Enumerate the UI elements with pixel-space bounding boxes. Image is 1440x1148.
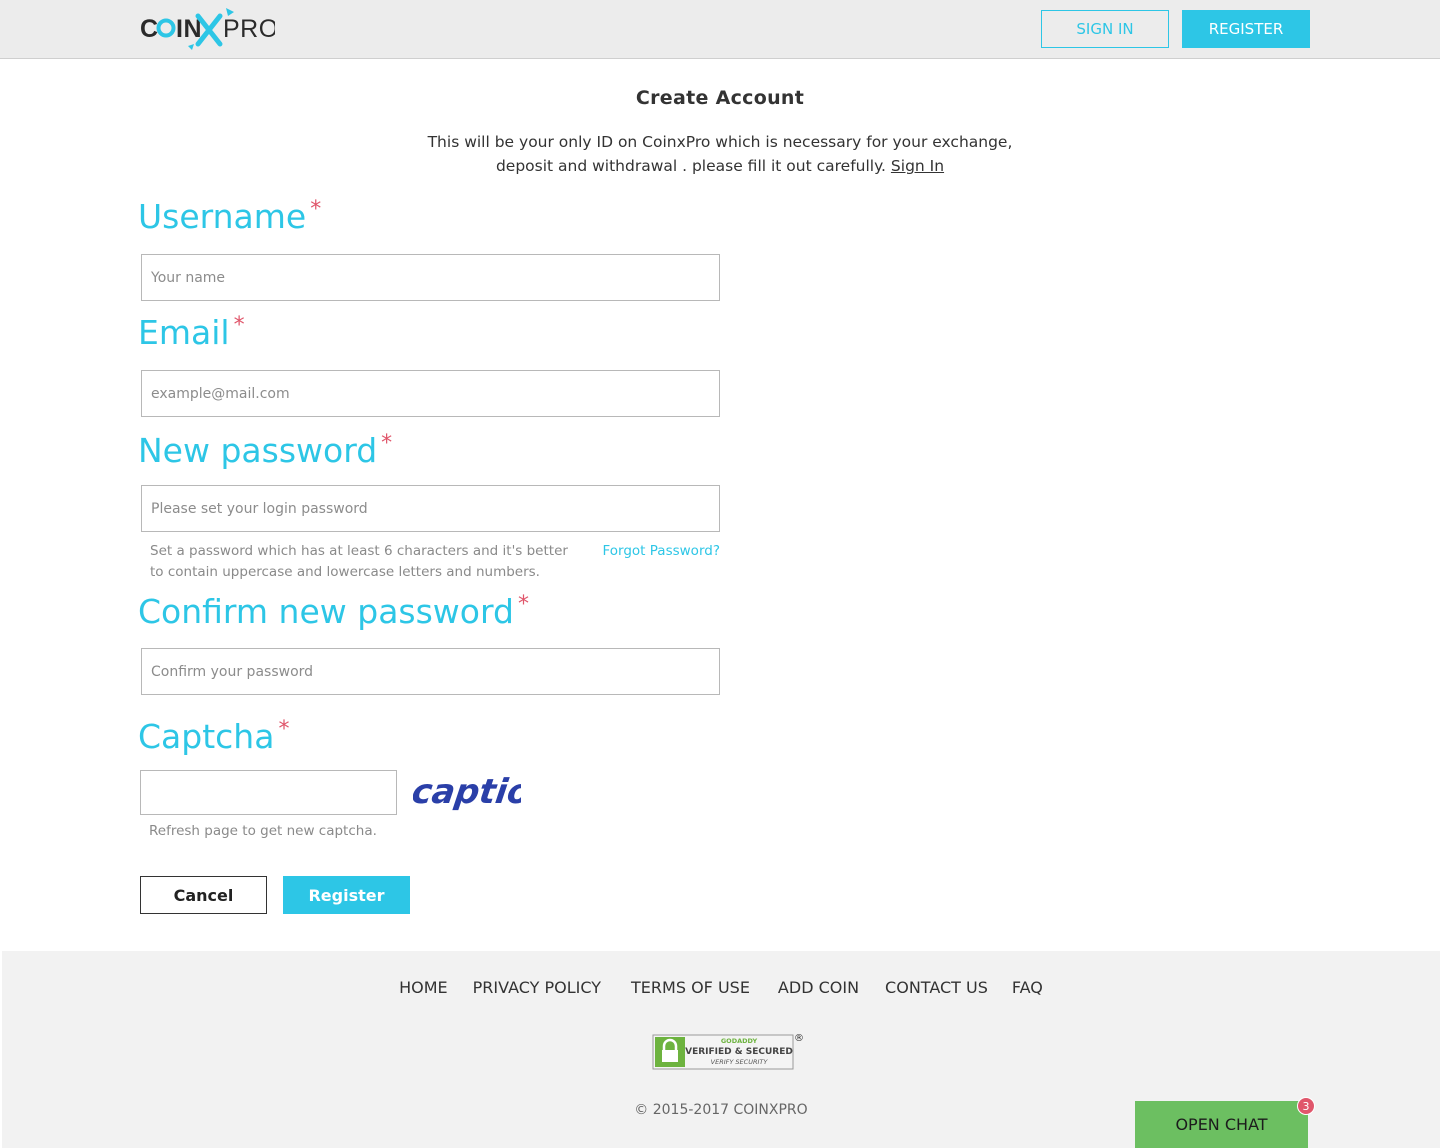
username-label: Username * — [138, 197, 321, 236]
register-button[interactable]: Register — [283, 876, 410, 914]
sign-in-button[interactable]: SIGN IN — [1041, 10, 1169, 48]
captcha-image: captio — [413, 772, 521, 812]
username-label-text: Username — [138, 197, 307, 236]
top-navbar: C IN PRO SIGN IN REGISTER — [0, 0, 1440, 59]
new-password-label: New password * — [138, 431, 392, 470]
badge-line-3: VERIFY SECURITY — [711, 1058, 769, 1066]
intro-text: This will be your only ID on CoinxPro wh… — [420, 130, 1020, 178]
open-chat-button[interactable]: OPEN CHAT — [1135, 1101, 1308, 1148]
password-hint: Set a password which has at least 6 char… — [150, 543, 568, 580]
logo-graphic: C IN PRO — [140, 8, 275, 50]
footer-link-contact-us[interactable]: CONTACT US — [885, 978, 988, 997]
forgot-password-link[interactable]: Forgot Password? — [560, 543, 721, 559]
footer-nav: HOME PRIVACY POLICY TERMS OF USE ADD COI… — [2, 978, 1440, 997]
footer-link-home[interactable]: HOME — [399, 978, 448, 997]
sign-in-link[interactable]: Sign In — [891, 157, 944, 175]
required-marker: * — [310, 197, 322, 222]
confirm-password-label: Confirm new password * — [138, 592, 529, 631]
page-title: Create Account — [635, 87, 805, 109]
cancel-button[interactable]: Cancel — [140, 876, 267, 914]
new-password-input[interactable] — [141, 485, 720, 532]
footer-link-faq[interactable]: FAQ — [1012, 978, 1043, 997]
confirm-password-label-text: Confirm new password — [138, 592, 514, 631]
godaddy-verified-badge[interactable]: GODADDY VERIFIED & SECURED VERIFY SECURI… — [652, 1032, 806, 1070]
footer-link-add-coin[interactable]: ADD COIN — [778, 978, 859, 997]
captcha-label-text: Captcha — [138, 717, 275, 756]
svg-text:PRO: PRO — [223, 15, 275, 43]
captcha-input[interactable] — [140, 770, 397, 815]
coinxpro-logo[interactable]: C IN PRO — [140, 6, 275, 54]
chat-unread-badge: 3 — [1297, 1097, 1315, 1115]
badge-line-2: VERIFIED & SECURED — [685, 1047, 793, 1057]
badge-line-1: GODADDY — [721, 1037, 758, 1045]
captcha-image-text: captio — [413, 772, 521, 812]
new-password-label-text: New password — [138, 431, 378, 470]
badge-registered-mark: ® — [794, 1033, 804, 1044]
required-marker: * — [517, 592, 529, 617]
email-input[interactable] — [141, 370, 720, 417]
required-marker: * — [381, 431, 393, 456]
svg-text:C: C — [140, 15, 159, 43]
required-marker: * — [233, 313, 245, 338]
confirm-password-input[interactable] — [141, 648, 720, 695]
email-label: Email * — [138, 313, 245, 352]
username-input[interactable] — [141, 254, 720, 301]
required-marker: * — [278, 717, 290, 742]
captcha-hint: Refresh page to get new captcha. — [149, 823, 377, 839]
email-label-text: Email — [138, 313, 230, 352]
register-nav-button[interactable]: REGISTER — [1182, 10, 1310, 48]
footer-link-terms-of-use[interactable]: TERMS OF USE — [631, 978, 750, 997]
footer-link-privacy-policy[interactable]: PRIVACY POLICY — [473, 978, 601, 997]
captcha-label: Captcha * — [138, 717, 289, 756]
